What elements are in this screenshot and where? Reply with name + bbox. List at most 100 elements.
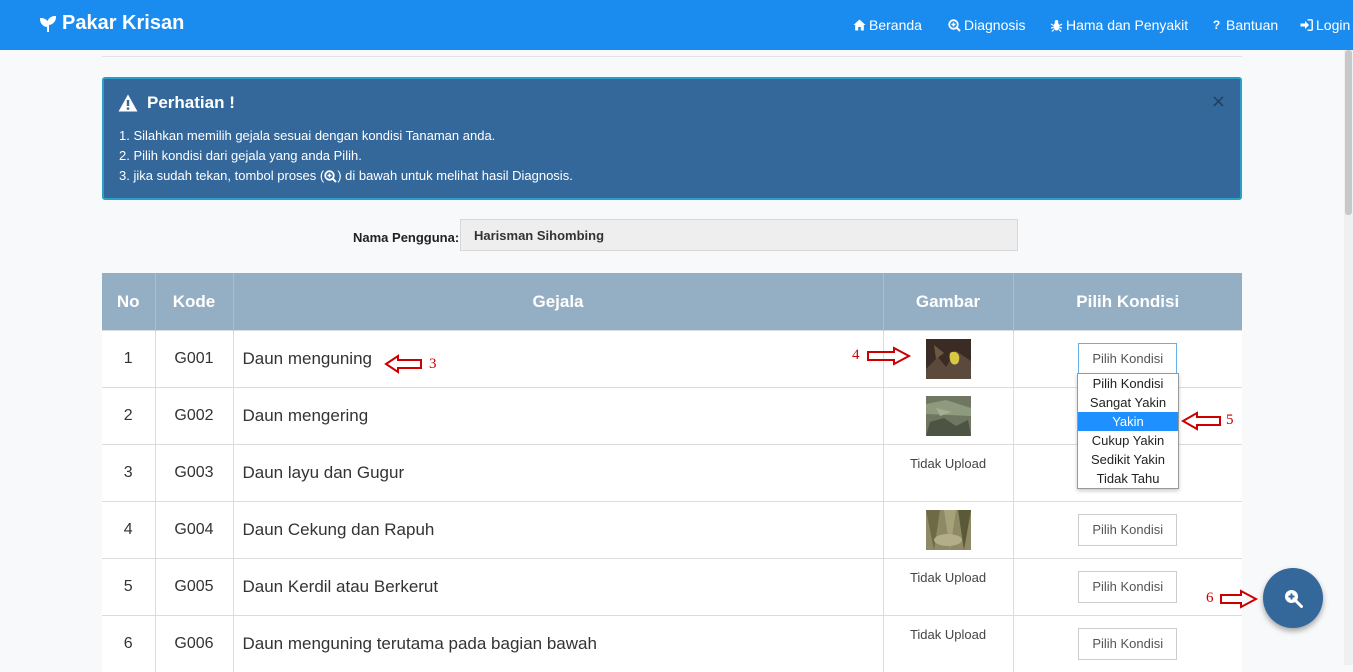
table-row: 3 G003 Daun layu dan Gugur Tidak Upload bbox=[102, 445, 1242, 502]
cell-kode: G005 bbox=[155, 559, 233, 616]
search-plus-icon bbox=[1283, 588, 1303, 608]
col-no: No bbox=[102, 273, 155, 331]
no-image-text: Tidak Upload bbox=[910, 627, 986, 642]
cell-no: 1 bbox=[102, 331, 155, 388]
cell-gambar bbox=[883, 388, 1013, 445]
col-gejala: Gejala bbox=[233, 273, 883, 331]
cell-no: 5 bbox=[102, 559, 155, 616]
alert-title-text: Perhatian ! bbox=[147, 93, 235, 113]
scrollbar[interactable] bbox=[1344, 50, 1353, 665]
cell-gambar bbox=[883, 502, 1013, 559]
annotation-label: 3 bbox=[429, 356, 437, 373]
symptom-image[interactable] bbox=[926, 339, 971, 379]
annotation-arrow-icon bbox=[1219, 589, 1259, 609]
cell-kondisi: Pilih Kondisi bbox=[1013, 502, 1242, 559]
table-row: 1 G001 Daun menguning Pilih Kondisi bbox=[102, 331, 1242, 388]
cell-no: 4 bbox=[102, 502, 155, 559]
cell-gambar: Tidak Upload bbox=[883, 445, 1013, 502]
cell-gejala: Daun Cekung dan Rapuh bbox=[233, 502, 883, 559]
no-image-text: Tidak Upload bbox=[910, 570, 986, 585]
kondisi-select[interactable]: Pilih Kondisi bbox=[1078, 514, 1177, 546]
nav-diagnosis-label: Diagnosis bbox=[964, 17, 1025, 33]
col-kode: Kode bbox=[155, 273, 233, 331]
col-pilih-kondisi: Pilih Kondisi bbox=[1013, 273, 1242, 331]
home-icon bbox=[853, 19, 866, 31]
search-plus-icon bbox=[948, 19, 961, 32]
cell-gejala: Daun menguning terutama pada bagian bawa… bbox=[233, 616, 883, 672]
dropdown-option[interactable]: Pilih Kondisi bbox=[1078, 374, 1178, 393]
dropdown-option[interactable]: Sedikit Yakin bbox=[1078, 450, 1178, 469]
cell-gejala: Daun menguning bbox=[233, 331, 883, 388]
cell-kode: G001 bbox=[155, 331, 233, 388]
table-row: 6 G006 Daun menguning terutama pada bagi… bbox=[102, 616, 1242, 672]
warning-icon bbox=[118, 94, 138, 112]
cell-gejala: Daun mengering bbox=[233, 388, 883, 445]
process-button[interactable] bbox=[1263, 568, 1323, 628]
nav-hama-penyakit[interactable]: Hama dan Penyakit bbox=[1050, 17, 1188, 33]
cell-gejala: Daun Kerdil atau Berkerut bbox=[233, 559, 883, 616]
alert-box: Perhatian ! × 1. Silahkan memilih gejala… bbox=[102, 77, 1242, 200]
alert-line: 3. jika sudah tekan, tombol proses ( ) d… bbox=[119, 166, 573, 186]
brand[interactable]: Pakar Krisan bbox=[38, 12, 184, 35]
nav-beranda-label: Beranda bbox=[869, 17, 922, 33]
leaf-icon bbox=[38, 14, 58, 34]
cell-kode: G006 bbox=[155, 616, 233, 672]
kondisi-select[interactable]: Pilih Kondisi bbox=[1078, 571, 1177, 603]
bug-icon bbox=[1050, 19, 1063, 32]
table-header-row: No Kode Gejala Gambar Pilih Kondisi bbox=[102, 273, 1242, 331]
symptom-image[interactable] bbox=[926, 396, 971, 436]
dropdown-option[interactable]: Cukup Yakin bbox=[1078, 431, 1178, 450]
nav-beranda[interactable]: Beranda bbox=[853, 17, 922, 33]
question-icon: ? bbox=[1210, 18, 1223, 32]
annotation-label: 6 bbox=[1206, 590, 1214, 607]
login-icon bbox=[1300, 19, 1313, 31]
symptom-table: No Kode Gejala Gambar Pilih Kondisi 1 G0… bbox=[102, 273, 1242, 672]
table-row: 2 G002 Daun mengering bbox=[102, 388, 1242, 445]
user-name-label: Nama Pengguna: bbox=[353, 230, 459, 245]
navbar: Pakar Krisan Beranda Diagnosis Hama dan … bbox=[0, 0, 1353, 50]
cell-kode: G004 bbox=[155, 502, 233, 559]
alert-title: Perhatian ! bbox=[118, 93, 235, 113]
dropdown-option[interactable]: Tidak Tahu bbox=[1078, 469, 1178, 488]
kondisi-dropdown: Pilih Kondisi Sangat Yakin Yakin Cukup Y… bbox=[1077, 373, 1179, 489]
cell-kode: G003 bbox=[155, 445, 233, 502]
table-row: 5 G005 Daun Kerdil atau Berkerut Tidak U… bbox=[102, 559, 1242, 616]
no-image-text: Tidak Upload bbox=[910, 456, 986, 471]
annotation-label: 4 bbox=[852, 347, 860, 364]
nav-bantuan[interactable]: ? Bantuan bbox=[1210, 17, 1278, 33]
alert-line-part: 3. jika sudah tekan, tombol proses ( bbox=[119, 166, 324, 186]
nav-bantuan-label: Bantuan bbox=[1226, 17, 1278, 33]
kondisi-select[interactable]: Pilih Kondisi bbox=[1078, 343, 1177, 375]
cell-kondisi: Pilih Kondisi bbox=[1013, 616, 1242, 672]
cell-gambar: Tidak Upload bbox=[883, 559, 1013, 616]
search-plus-icon bbox=[324, 170, 337, 183]
scrollbar-thumb[interactable] bbox=[1345, 50, 1352, 215]
cell-no: 3 bbox=[102, 445, 155, 502]
divider bbox=[102, 56, 1242, 57]
brand-label: Pakar Krisan bbox=[62, 12, 184, 35]
symptom-image[interactable] bbox=[926, 510, 971, 550]
annotation-label: 5 bbox=[1226, 412, 1234, 429]
dropdown-option-selected[interactable]: Yakin bbox=[1078, 412, 1178, 431]
close-icon[interactable]: × bbox=[1211, 91, 1226, 112]
nav-login-label: Login bbox=[1316, 17, 1350, 33]
kondisi-select[interactable]: Pilih Kondisi bbox=[1078, 628, 1177, 660]
cell-no: 6 bbox=[102, 616, 155, 672]
cell-no: 2 bbox=[102, 388, 155, 445]
cell-kode: G002 bbox=[155, 388, 233, 445]
nav-hama-label: Hama dan Penyakit bbox=[1066, 17, 1188, 33]
dropdown-option[interactable]: Sangat Yakin bbox=[1078, 393, 1178, 412]
alert-line: 1. Silahkan memilih gejala sesuai dengan… bbox=[119, 126, 573, 146]
annotation-arrow-icon bbox=[1181, 411, 1223, 431]
col-gambar: Gambar bbox=[883, 273, 1013, 331]
user-name-field[interactable]: Harisman Sihombing bbox=[460, 219, 1018, 251]
alert-line-part: ) di bawah untuk melihat hasil Diagnosis… bbox=[337, 166, 573, 186]
cell-gejala: Daun layu dan Gugur bbox=[233, 445, 883, 502]
alert-instructions: 1. Silahkan memilih gejala sesuai dengan… bbox=[119, 126, 573, 186]
annotation-arrow-icon bbox=[384, 354, 424, 374]
table-row: 4 G004 Daun Cekung dan Rapuh Pilih Kondi… bbox=[102, 502, 1242, 559]
annotation-arrow-icon bbox=[866, 346, 912, 366]
alert-line: 2. Pilih kondisi dari gejala yang anda P… bbox=[119, 146, 573, 166]
nav-login[interactable]: Login bbox=[1300, 17, 1350, 33]
nav-diagnosis[interactable]: Diagnosis bbox=[948, 17, 1025, 33]
